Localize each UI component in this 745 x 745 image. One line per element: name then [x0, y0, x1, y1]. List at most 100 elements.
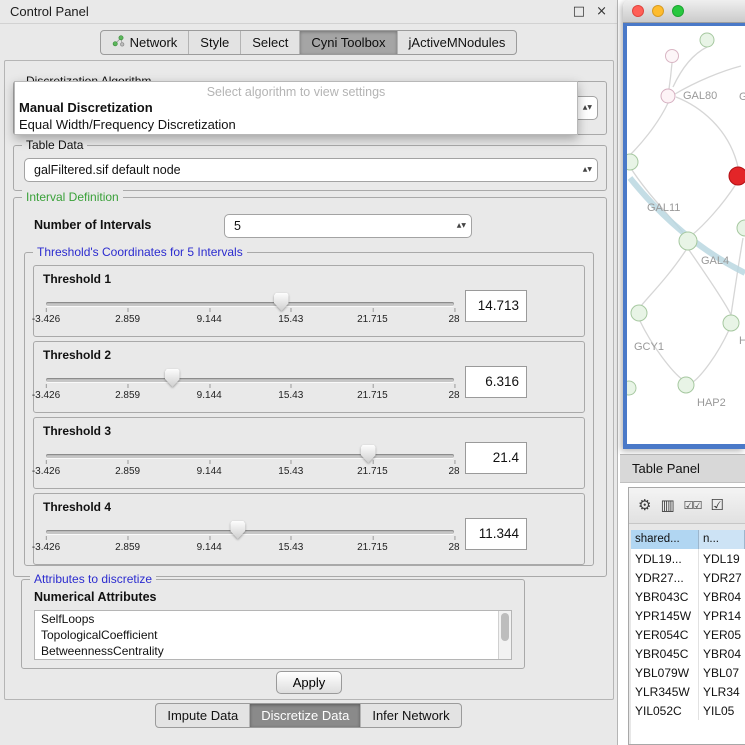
column-header-name[interactable]: n... — [699, 530, 745, 549]
tab-network[interactable]: Network — [101, 31, 189, 54]
tab-discretize-data[interactable]: Discretize Data — [249, 704, 360, 727]
network-node[interactable] — [700, 33, 714, 47]
dropdown-placeholder: Select algorithm to view settings — [15, 82, 577, 99]
network-node[interactable] — [737, 220, 745, 236]
threshold-value-field[interactable]: 11.344 — [465, 518, 527, 550]
table-cell[interactable]: YIL05 — [699, 701, 745, 720]
dropdown-option-manual-discretization[interactable]: Manual Discretization — [15, 99, 577, 116]
table-row[interactable]: YBR045CYBR04 — [631, 644, 745, 663]
table-cell[interactable]: YBL079W — [631, 663, 699, 682]
list-scrollbar[interactable] — [498, 611, 511, 659]
table-row[interactable]: YBL079WYBL07 — [631, 663, 745, 682]
threshold-slider[interactable]: -3.4262.8599.14415.4321.71528 — [46, 442, 454, 484]
node-label: HAP2 — [697, 397, 726, 409]
table-cell[interactable]: YER05 — [699, 625, 745, 644]
mac-titlebar[interactable] — [623, 0, 745, 23]
network-graph[interactable]: GAL80 G GAL11 GAL4 GCY1 HAP2 H — [627, 26, 745, 444]
settings-gear-icon[interactable]: ⚙ — [638, 498, 651, 513]
table-data-select[interactable]: galFiltered.sif default node ▲▼ — [24, 158, 598, 182]
table-cell[interactable]: YDR27 — [699, 568, 745, 587]
mac-close-button[interactable] — [632, 5, 644, 17]
network-node[interactable] — [627, 381, 636, 395]
slider-thumb[interactable] — [361, 445, 376, 463]
network-node[interactable] — [723, 315, 739, 331]
attribute-list-item[interactable]: SelfLoops — [35, 611, 511, 627]
attribute-list-item[interactable]: BetweennessCentrality — [35, 643, 511, 659]
mac-zoom-button[interactable] — [672, 5, 684, 17]
table-cell[interactable]: YLR34 — [699, 682, 745, 701]
table-row[interactable]: YBR043CYBR04 — [631, 587, 745, 606]
table-row[interactable]: YIL052CYIL05 — [631, 701, 745, 720]
tab-cyni-toolbox[interactable]: Cyni Toolbox — [299, 31, 396, 54]
table-cell[interactable]: YBR04 — [699, 587, 745, 606]
network-node[interactable] — [666, 50, 679, 63]
table-cell[interactable]: YBR043C — [631, 587, 699, 606]
threshold-value-field[interactable]: 14.713 — [465, 290, 527, 322]
titlebar[interactable]: Control Panel □ × — [0, 0, 617, 24]
table-row[interactable]: YDL19...YDL19 — [631, 549, 745, 568]
slider-track[interactable] — [46, 302, 454, 306]
table-data-group: Table Data galFiltered.sif default node … — [13, 145, 607, 191]
table-row[interactable]: YLR345WYLR34 — [631, 682, 745, 701]
slider-thumb[interactable] — [274, 293, 289, 311]
table-cell[interactable]: YLR345W — [631, 682, 699, 701]
slider-thumb[interactable] — [165, 369, 180, 387]
table-row[interactable]: YER054CYER05 — [631, 625, 745, 644]
table-cell[interactable]: YDL19 — [699, 549, 745, 568]
apply-button[interactable]: Apply — [276, 671, 342, 694]
minimize-button[interactable]: □ — [573, 5, 585, 18]
tab-label: jActiveMNodules — [409, 35, 506, 50]
table-cell[interactable]: YDL19... — [631, 549, 699, 568]
table-row[interactable]: YDR27...YDR27 — [631, 568, 745, 587]
thresholds-group-title: Threshold's Coordinates for 5 Intervals — [33, 245, 247, 259]
close-button[interactable]: × — [596, 5, 607, 18]
network-node[interactable] — [679, 232, 697, 250]
network-node[interactable] — [678, 377, 694, 393]
stepper-icon: ▲▼ — [583, 168, 592, 173]
column-header-shared-name[interactable]: shared... — [631, 530, 699, 549]
tab-impute-data[interactable]: Impute Data — [156, 704, 249, 727]
tab-style[interactable]: Style — [188, 31, 240, 54]
table-cell[interactable]: YBL07 — [699, 663, 745, 682]
table-cell[interactable]: YIL052C — [631, 701, 699, 720]
tick-label: 15.43 — [278, 390, 303, 401]
slider-track[interactable] — [46, 530, 454, 534]
table-cell[interactable]: YBR04 — [699, 644, 745, 663]
columns-icon[interactable]: ▥ — [660, 498, 674, 513]
tick-label: 2.859 — [115, 314, 140, 325]
mac-minimize-button[interactable] — [652, 5, 664, 17]
threshold-panel-4: Threshold 4 -3.4262.8599.14415.4321.7152… — [33, 493, 585, 565]
network-icon — [112, 35, 125, 50]
numerical-attributes-list[interactable]: SelfLoopsTopologicalCoefficientBetweenne… — [34, 610, 512, 660]
table-cell[interactable]: YBR045C — [631, 644, 699, 663]
tab-label: Impute Data — [167, 708, 238, 723]
threshold-slider[interactable]: -3.4262.8599.14415.4321.71528 — [46, 290, 454, 332]
select-all-rows-icon[interactable]: ☑☑ — [684, 500, 702, 511]
window-controls: □ × — [573, 5, 607, 18]
threshold-slider[interactable]: -3.4262.8599.14415.4321.71528 — [46, 518, 454, 560]
tab-select[interactable]: Select — [240, 31, 299, 54]
slider-track[interactable] — [46, 454, 454, 458]
list-scrollbar-thumb[interactable] — [501, 613, 509, 641]
tab-jactivemnodules[interactable]: jActiveMNodules — [397, 31, 517, 54]
num-intervals-select[interactable]: 5 ▲▼ — [224, 214, 472, 238]
attribute-list-item[interactable]: TopologicalCoefficient — [35, 627, 511, 643]
slider-thumb[interactable] — [230, 521, 245, 539]
selected-red-node[interactable] — [729, 167, 745, 185]
threshold-slider[interactable]: -3.4262.8599.14415.4321.71528 — [46, 366, 454, 408]
network-node[interactable] — [627, 154, 638, 170]
network-node[interactable] — [661, 89, 675, 103]
threshold-value-field[interactable]: 6.316 — [465, 366, 527, 398]
network-node[interactable] — [631, 305, 647, 321]
network-canvas[interactable]: GAL80 G GAL11 GAL4 GCY1 HAP2 H — [627, 26, 745, 444]
selection-mode-icon[interactable]: ☑ — [710, 498, 723, 513]
table-cell[interactable]: YER054C — [631, 625, 699, 644]
table-cell[interactable]: YDR27... — [631, 568, 699, 587]
slider-track[interactable] — [46, 378, 454, 382]
table-cell[interactable]: YPR145W — [631, 606, 699, 625]
table-cell[interactable]: YPR14 — [699, 606, 745, 625]
threshold-value-field[interactable]: 21.4 — [465, 442, 527, 474]
dropdown-option-equal-width-frequency[interactable]: Equal Width/Frequency Discretization — [15, 116, 577, 133]
table-row[interactable]: YPR145WYPR14 — [631, 606, 745, 625]
tab-infer-network[interactable]: Infer Network — [360, 704, 460, 727]
